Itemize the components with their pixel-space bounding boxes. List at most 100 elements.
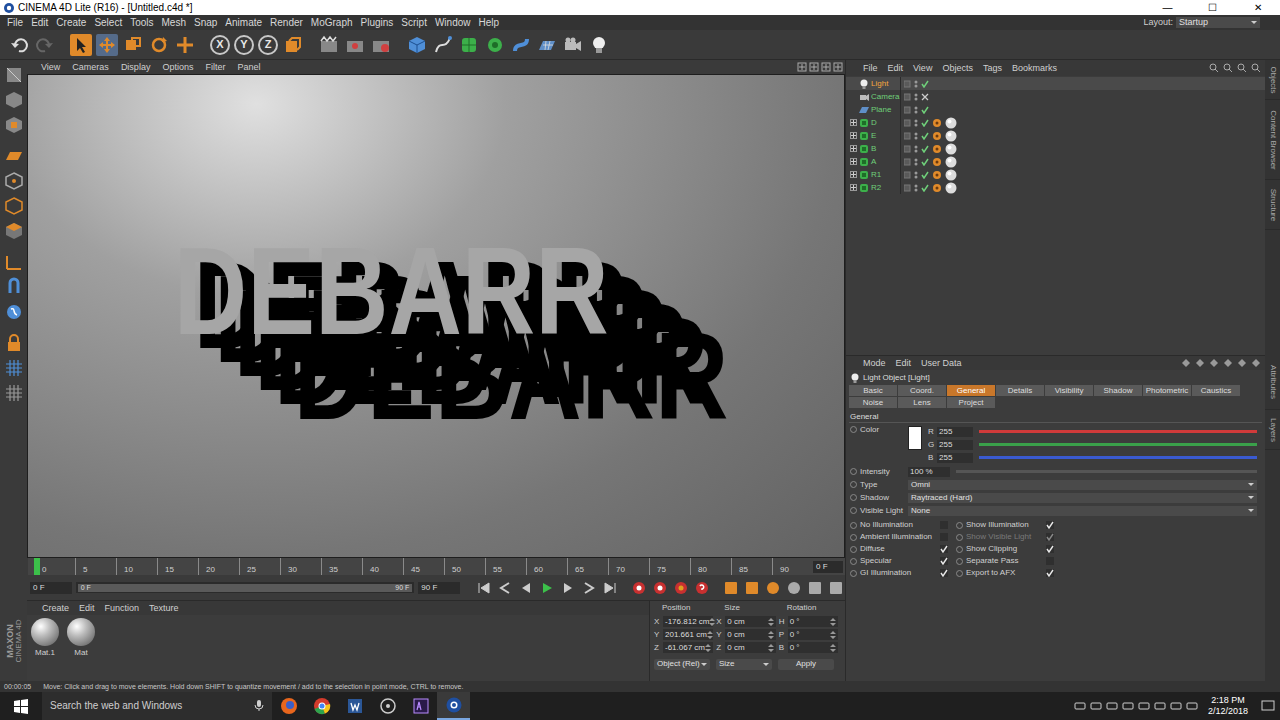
material-tag-icon[interactable] (945, 156, 957, 168)
keyframe-selection-icon[interactable] (673, 579, 690, 596)
layer-icon[interactable] (904, 80, 911, 88)
axis-lock-button[interactable]: Y (234, 35, 254, 55)
layer-icon[interactable] (904, 119, 911, 127)
checkbox-row[interactable]: Specular (850, 555, 956, 567)
window-control[interactable]: ☐ (1190, 3, 1235, 13)
enabled-check-icon[interactable] (921, 132, 929, 140)
viewport-menu-item[interactable]: Filter (199, 63, 231, 72)
channel-slider[interactable] (979, 456, 1257, 459)
coordinate-field[interactable]: 201.661 cm (663, 629, 713, 640)
up-icon[interactable] (1209, 358, 1219, 368)
tweak-icon[interactable] (3, 276, 25, 298)
menu-item[interactable]: Edit (27, 18, 52, 28)
object-row[interactable]: Plane (846, 103, 1265, 116)
checkbox[interactable] (940, 521, 948, 529)
search-icon[interactable] (1209, 63, 1219, 73)
forward-icon[interactable] (1195, 358, 1205, 368)
wifi-icon[interactable] (1168, 692, 1184, 720)
maximize-icon[interactable] (833, 62, 843, 72)
prev-frame-icon[interactable] (518, 579, 535, 596)
enabled-check-icon[interactable] (921, 145, 929, 153)
animate-toggle[interactable] (850, 534, 857, 541)
checkbox[interactable] (1046, 521, 1054, 529)
viewport-menu-item[interactable]: View (35, 63, 66, 72)
layer-icon[interactable] (904, 184, 911, 192)
end-frame-field[interactable]: 90 F (418, 582, 460, 594)
object-menu-item[interactable]: Edit (883, 64, 909, 73)
material-menu-item[interactable]: Edit (74, 604, 100, 613)
microphone-icon[interactable] (254, 700, 264, 712)
coordinate-field[interactable]: 0 ° (788, 616, 838, 627)
enabled-check-icon[interactable] (921, 171, 929, 179)
subdivision-icon[interactable] (458, 34, 480, 56)
lock-icon[interactable] (1237, 358, 1247, 368)
next-key-icon[interactable] (581, 579, 598, 596)
layer-icon[interactable] (904, 145, 911, 153)
attribute-tab[interactable]: Coord. (898, 385, 946, 396)
battery-icon[interactable] (1104, 692, 1120, 720)
up-icon[interactable] (1237, 63, 1247, 73)
zoom-icon[interactable] (809, 62, 819, 72)
render-settings-icon[interactable] (370, 34, 392, 56)
layer-icon[interactable] (904, 93, 911, 101)
prev-key-icon[interactable] (497, 579, 514, 596)
notifications-icon[interactable] (1256, 692, 1280, 720)
attribute-menu-item[interactable]: Edit (891, 359, 917, 368)
snap-icon[interactable] (3, 301, 25, 323)
pan-icon[interactable] (797, 62, 807, 72)
menu-item[interactable]: Select (90, 18, 126, 28)
word-icon[interactable] (338, 692, 371, 720)
layer-icon[interactable] (904, 132, 911, 140)
material-tag-icon[interactable] (945, 130, 957, 142)
ruler-ticks[interactable]: 051015202530354045505560657075808590 (34, 558, 813, 575)
viewport-menu-item[interactable]: Options (156, 63, 199, 72)
enabled-check-icon[interactable] (921, 106, 929, 114)
after-effects-icon[interactable] (404, 692, 437, 720)
checkbox-row[interactable]: Diffuse (850, 543, 956, 555)
material-menu-item[interactable]: Function (100, 604, 145, 613)
new-view-icon[interactable] (1251, 63, 1261, 73)
material-tag-icon[interactable] (945, 117, 957, 129)
size-mode-dropdown[interactable]: Size (716, 659, 772, 670)
polygons-mode-icon[interactable] (3, 220, 25, 242)
enabled-check-icon[interactable] (921, 119, 929, 127)
intensity-field[interactable]: 100 % (908, 467, 950, 477)
texture-mode-icon[interactable] (3, 114, 25, 136)
object-menu-item[interactable]: Bookmarks (1007, 64, 1062, 73)
menu-item[interactable]: Mesh (158, 18, 190, 28)
checkbox-row[interactable]: Separate Pass (956, 555, 1062, 567)
animate-toggle[interactable] (850, 522, 857, 529)
volume-icon[interactable] (1184, 692, 1200, 720)
back-icon[interactable] (1181, 358, 1191, 368)
material-menu-item[interactable]: Texture (144, 604, 184, 613)
edges-mode-icon[interactable] (3, 195, 25, 217)
dropbox-icon[interactable] (1120, 692, 1136, 720)
animate-toggle[interactable] (956, 534, 963, 541)
attribute-dropdown[interactable]: Raytraced (Hard) (908, 493, 1257, 503)
phong-tag-icon[interactable] (932, 131, 942, 141)
animate-toggle[interactable] (850, 546, 857, 553)
move-icon[interactable] (96, 34, 118, 56)
visibility-icon[interactable] (914, 184, 918, 192)
grid-solo-icon[interactable] (3, 382, 25, 404)
expand-toggle[interactable] (850, 171, 857, 178)
animate-toggle[interactable] (850, 426, 857, 433)
pen-icon[interactable] (432, 34, 454, 56)
menu-item[interactable]: Create (52, 18, 90, 28)
visibility-icon[interactable] (914, 171, 918, 179)
channel-field[interactable]: 255 (937, 453, 973, 463)
side-tab[interactable]: Attributes (1265, 355, 1280, 410)
channel-field[interactable]: 255 (937, 440, 973, 450)
attribute-tab[interactable]: Basic (849, 385, 897, 396)
render-picture-icon[interactable] (344, 34, 366, 56)
object-row[interactable]: R2 (846, 181, 1265, 194)
cinema4d-icon[interactable] (437, 692, 470, 720)
animate-toggle[interactable] (956, 558, 963, 565)
window-control[interactable]: — (1145, 3, 1190, 13)
expand-toggle[interactable] (850, 119, 857, 126)
channel-slider[interactable] (979, 443, 1257, 446)
material-item[interactable]: Mat.1 (29, 618, 61, 657)
channel-slider[interactable] (979, 430, 1257, 433)
layout-dropdown[interactable]: Startup (1176, 17, 1260, 28)
menu-item[interactable]: Plugins (357, 18, 398, 28)
